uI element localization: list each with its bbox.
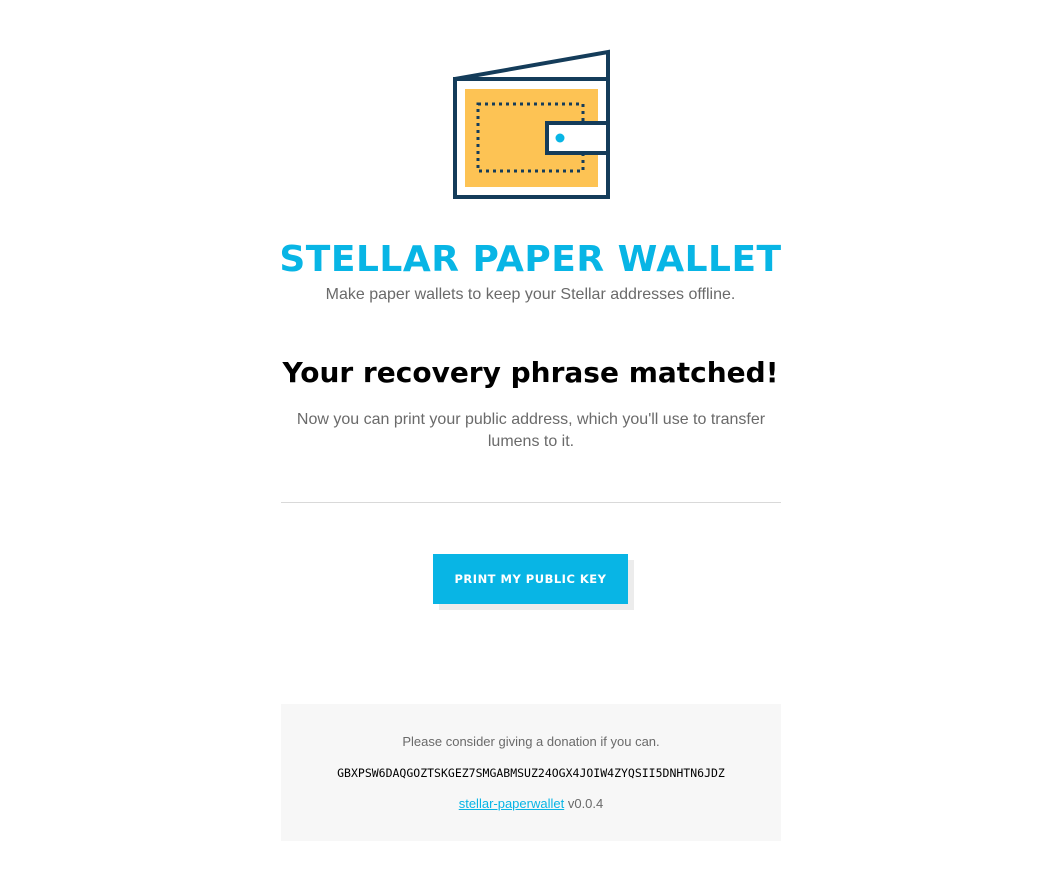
donation-address: GBXPSW6DAQGOZTSKGEZ7SMGABMSUZ24OGX4JOIW4… xyxy=(337,766,725,780)
app-subtitle: Make paper wallets to keep your Stellar … xyxy=(325,286,736,303)
repo-link[interactable]: stellar-paperwallet xyxy=(459,796,565,811)
print-public-key-button[interactable]: PRINT MY PUBLIC KEY xyxy=(433,554,628,604)
page-description: Now you can print your public address, w… xyxy=(296,411,766,450)
donation-text: Please consider giving a donation if you… xyxy=(402,734,660,749)
wallet-icon xyxy=(453,49,610,199)
version-label: v0.0.4 xyxy=(567,796,604,811)
donation-footer: Please consider giving a donation if you… xyxy=(281,704,781,841)
app-title: STELLAR PAPER WALLET xyxy=(279,239,782,280)
version-line: stellar-paperwallet v0.0.4 xyxy=(281,796,781,812)
page-heading: Your recovery phrase matched! xyxy=(282,356,779,389)
divider xyxy=(281,502,781,503)
